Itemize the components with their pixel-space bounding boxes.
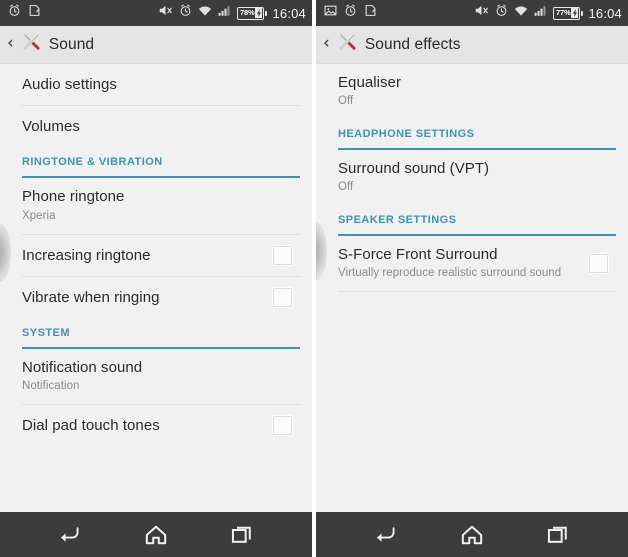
alarm-clock-icon bbox=[495, 4, 508, 22]
list-item-title: Dial pad touch tones bbox=[22, 417, 160, 434]
status-bar-clock: 16:04 bbox=[272, 5, 306, 21]
list-item-title: Vibrate when ringing bbox=[22, 288, 160, 306]
battery-percent-label: 77% bbox=[556, 8, 571, 18]
signal-icon bbox=[534, 4, 547, 22]
wifi-icon bbox=[198, 4, 212, 22]
note-icon bbox=[28, 4, 41, 22]
status-bar-clock: 16:04 bbox=[588, 5, 622, 21]
status-bar-right-icons: 77% 16:04 bbox=[474, 4, 622, 22]
list-item-subtitle: Off bbox=[338, 181, 354, 194]
list-item-s-force-front-surround[interactable]: S-Force Front Surround Virtually reprodu… bbox=[316, 236, 628, 291]
list-item-audio-settings[interactable]: Audio settings bbox=[0, 64, 312, 105]
section-header-system: SYSTEM bbox=[0, 318, 312, 343]
signal-icon bbox=[218, 4, 231, 22]
status-bar: 78% 16:04 bbox=[0, 0, 312, 26]
section-label: HEADPHONE SETTINGS bbox=[338, 128, 475, 141]
list-item-title: Audio settings bbox=[22, 76, 117, 93]
list-item-title: Surround sound (VPT) bbox=[338, 160, 490, 178]
wifi-icon bbox=[514, 4, 528, 22]
status-bar-left-icons bbox=[8, 4, 41, 22]
battery-indicator: 78% bbox=[237, 6, 268, 20]
navigation-bar bbox=[316, 512, 628, 557]
settings-list[interactable]: Equaliser Off HEADPHONE SETTINGS Surroun… bbox=[316, 64, 628, 512]
list-item-volumes[interactable]: Volumes bbox=[0, 106, 312, 147]
note-icon bbox=[364, 4, 377, 22]
list-item-title: Phone ringtone bbox=[22, 188, 125, 206]
battery-charging-icon bbox=[255, 8, 263, 18]
screenshot-pair: 78% 16:04 ‹ Sound Audio settings Volumes… bbox=[0, 0, 628, 557]
back-navigation-button[interactable]: ‹ bbox=[323, 35, 330, 54]
list-divider bbox=[338, 291, 616, 293]
section-label: RINGTONE & VIBRATION bbox=[22, 156, 163, 169]
navigation-bar bbox=[0, 512, 312, 557]
checkbox-s-force-front-surround[interactable] bbox=[589, 253, 608, 273]
battery-indicator: 77% bbox=[553, 6, 584, 20]
settings-tools-icon bbox=[337, 32, 358, 58]
list-item-equaliser[interactable]: Equaliser Off bbox=[316, 64, 628, 119]
list-item-subtitle: Virtually reproduce realistic surround s… bbox=[338, 267, 562, 280]
mute-icon bbox=[158, 4, 173, 22]
list-item-title: Notification sound bbox=[22, 358, 143, 376]
alarm-clock-icon bbox=[179, 4, 192, 22]
battery-charging-icon bbox=[571, 8, 579, 18]
page-title: Sound effects bbox=[364, 35, 461, 53]
list-item-notification-sound[interactable]: Notification sound Notification bbox=[0, 349, 312, 404]
list-item-surround-sound-vpt[interactable]: Surround sound (VPT) Off bbox=[316, 150, 628, 205]
back-navigation-button[interactable]: ‹ bbox=[7, 35, 14, 54]
checkbox-dial-pad-touch-tones[interactable] bbox=[273, 416, 292, 436]
phone-screen-sound-effects: 77% 16:04 ‹ Sound effects Equaliser Off … bbox=[314, 0, 628, 557]
list-item-increasing-ringtone[interactable]: Increasing ringtone bbox=[0, 235, 312, 276]
section-header-speaker-settings: SPEAKER SETTINGS bbox=[316, 205, 628, 230]
image-icon bbox=[324, 4, 337, 22]
status-bar: 77% 16:04 bbox=[316, 0, 628, 26]
list-item-subtitle: Xperia bbox=[22, 209, 56, 222]
section-header-headphone-settings: HEADPHONE SETTINGS bbox=[316, 119, 628, 144]
checkbox-increasing-ringtone[interactable] bbox=[273, 245, 292, 265]
back-icon[interactable] bbox=[46, 517, 92, 553]
list-item-phone-ringtone[interactable]: Phone ringtone Xperia bbox=[0, 178, 312, 233]
section-label: SPEAKER SETTINGS bbox=[338, 214, 457, 227]
list-item-subtitle: Off bbox=[338, 95, 354, 108]
settings-list[interactable]: Audio settings Volumes RINGTONE & VIBRAT… bbox=[0, 64, 312, 512]
section-label: SYSTEM bbox=[22, 326, 70, 339]
action-bar: ‹ Sound bbox=[0, 26, 312, 64]
recents-icon[interactable] bbox=[536, 517, 582, 553]
list-item-title: Volumes bbox=[22, 118, 80, 136]
alarm-clock-icon bbox=[344, 4, 357, 22]
page-title: Sound bbox=[48, 35, 95, 53]
list-item-title: S-Force Front Surround bbox=[338, 246, 498, 264]
mute-icon bbox=[474, 4, 489, 22]
alarm-clock-icon bbox=[8, 4, 21, 22]
action-bar: ‹ Sound effects bbox=[316, 26, 628, 64]
home-icon[interactable] bbox=[449, 517, 495, 553]
settings-tools-icon bbox=[21, 32, 42, 58]
checkbox-vibrate-when-ringing[interactable] bbox=[273, 287, 292, 307]
battery-percent-label: 78% bbox=[240, 8, 255, 18]
phone-screen-sound: 78% 16:04 ‹ Sound Audio settings Volumes… bbox=[0, 0, 314, 557]
list-item-title: Equaliser bbox=[338, 74, 401, 91]
section-header-ringtone-vibration: RINGTONE & VIBRATION bbox=[0, 147, 312, 172]
list-item-title: Increasing ringtone bbox=[22, 246, 151, 264]
list-item-vibrate-when-ringing[interactable]: Vibrate when ringing bbox=[0, 277, 312, 318]
status-bar-right-icons: 78% 16:04 bbox=[158, 4, 306, 22]
status-bar-left-icons bbox=[324, 4, 377, 22]
home-icon[interactable] bbox=[133, 517, 179, 553]
list-item-dial-pad-touch-tones[interactable]: Dial pad touch tones bbox=[0, 405, 312, 446]
list-item-subtitle: Notification bbox=[22, 380, 80, 393]
back-icon[interactable] bbox=[362, 517, 408, 553]
recents-icon[interactable] bbox=[220, 517, 266, 553]
